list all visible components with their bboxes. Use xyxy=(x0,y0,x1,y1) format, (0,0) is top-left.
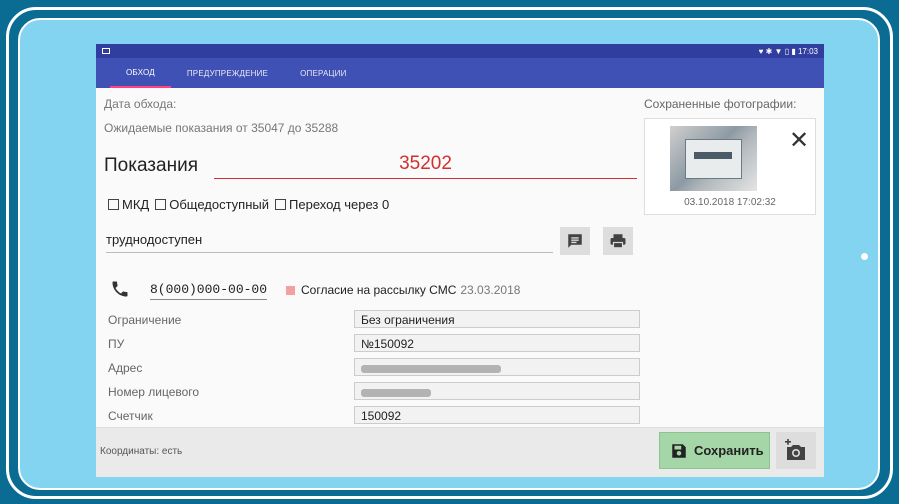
status-time: 17:03 xyxy=(797,46,818,56)
checkbox-label: Общедоступный xyxy=(169,197,270,212)
status-bar: ♥ ✱ ▼ ▯ ▮ 17:03 xyxy=(96,44,824,58)
tab-bar: ОБХОД ПРЕДУПРЕЖДЕНИЕ ОПЕРАЦИИ xyxy=(96,58,824,88)
checkbox-public[interactable]: Общедоступный xyxy=(155,197,269,212)
notification-icon xyxy=(102,48,110,54)
visit-date-label: Дата обхода: xyxy=(104,97,177,111)
sms-consent-date: 23.03.2018 xyxy=(460,283,521,297)
tab-operations[interactable]: ОПЕРАЦИИ xyxy=(284,58,362,88)
checkbox-box xyxy=(108,199,119,210)
close-icon[interactable]: ✕ xyxy=(789,129,809,153)
readings-label: Показания xyxy=(104,155,198,176)
status-bar-right: ♥ ✱ ▼ ▯ ▮ 17:03 xyxy=(759,47,818,56)
bottom-bar: Координаты: есть Сохранить xyxy=(96,427,824,477)
decor-dot xyxy=(861,253,868,260)
detail-label: Адрес xyxy=(108,361,143,375)
sms-consent[interactable]: Согласие на рассылку СМС 23.03.2018 xyxy=(286,283,520,297)
remark-input[interactable]: труднодоступен xyxy=(106,230,553,253)
detail-value-counter: 150092 xyxy=(354,406,640,424)
detail-value-account xyxy=(354,382,640,400)
checkbox-box xyxy=(155,199,167,210)
floppy-icon xyxy=(672,443,686,458)
print-button[interactable] xyxy=(603,227,633,255)
detail-label: Номер лицевого xyxy=(108,385,200,399)
printer-icon xyxy=(610,234,626,249)
tab-obhod[interactable]: ОБХОД xyxy=(110,58,171,88)
checkbox-box xyxy=(275,199,287,210)
expected-readings-text: Ожидаемые показания от 35047 до 35288 xyxy=(104,121,339,135)
comment-icon xyxy=(568,234,582,248)
phone-input[interactable]: 8(000)000-00-00 xyxy=(150,282,268,300)
saved-photos-title: Сохраненные фотографии: xyxy=(644,97,797,111)
checkbox-label: МКД xyxy=(122,197,150,212)
detail-value-restriction: Без ограничения xyxy=(354,310,640,328)
detail-label: Ограничение xyxy=(108,313,182,327)
add-photo-icon xyxy=(785,438,805,460)
sms-consent-label: Согласие на рассылку СМС xyxy=(301,283,457,297)
readings-input[interactable]: 35202 xyxy=(214,152,637,179)
save-button[interactable]: Сохранить xyxy=(659,432,770,469)
detail-value-address xyxy=(354,358,640,376)
tab-warning[interactable]: ПРЕДУПРЕЖДЕНИЕ xyxy=(171,58,284,88)
save-label: Сохранить xyxy=(694,443,764,458)
comment-button[interactable] xyxy=(560,227,590,255)
detail-label: Счетчик xyxy=(108,409,153,423)
redacted-address xyxy=(361,364,501,373)
checkbox-label: Переход через 0 xyxy=(289,197,390,212)
checkbox-mkd[interactable]: МКД xyxy=(108,197,149,212)
sms-checkbox[interactable] xyxy=(286,286,295,295)
checkbox-group: МКД Общедоступный Переход через 0 xyxy=(108,197,389,212)
phone-icon[interactable] xyxy=(110,279,130,299)
coords-status: Координаты: есть xyxy=(100,446,183,457)
photo-date: 03.10.2018 17:02:32 xyxy=(684,197,776,208)
meter-photo-shape xyxy=(685,139,742,179)
tablet-screen: ♥ ✱ ▼ ▯ ▮ 17:03 ОБХОД ПРЕДУПРЕЖДЕНИЕ ОПЕ… xyxy=(96,44,824,477)
status-icons: ♥ ✱ ▼ ▯ ▮ xyxy=(758,46,796,56)
detail-value-meter-device: №150092 xyxy=(354,334,640,352)
photo-card[interactable]: ✕ 03.10.2018 17:02:32 xyxy=(644,118,816,215)
redacted-account xyxy=(361,388,431,397)
photo-thumbnail[interactable] xyxy=(670,126,757,191)
add-photo-button[interactable] xyxy=(776,432,816,469)
detail-label: ПУ xyxy=(108,337,125,351)
checkbox-rollover[interactable]: Переход через 0 xyxy=(275,197,389,212)
